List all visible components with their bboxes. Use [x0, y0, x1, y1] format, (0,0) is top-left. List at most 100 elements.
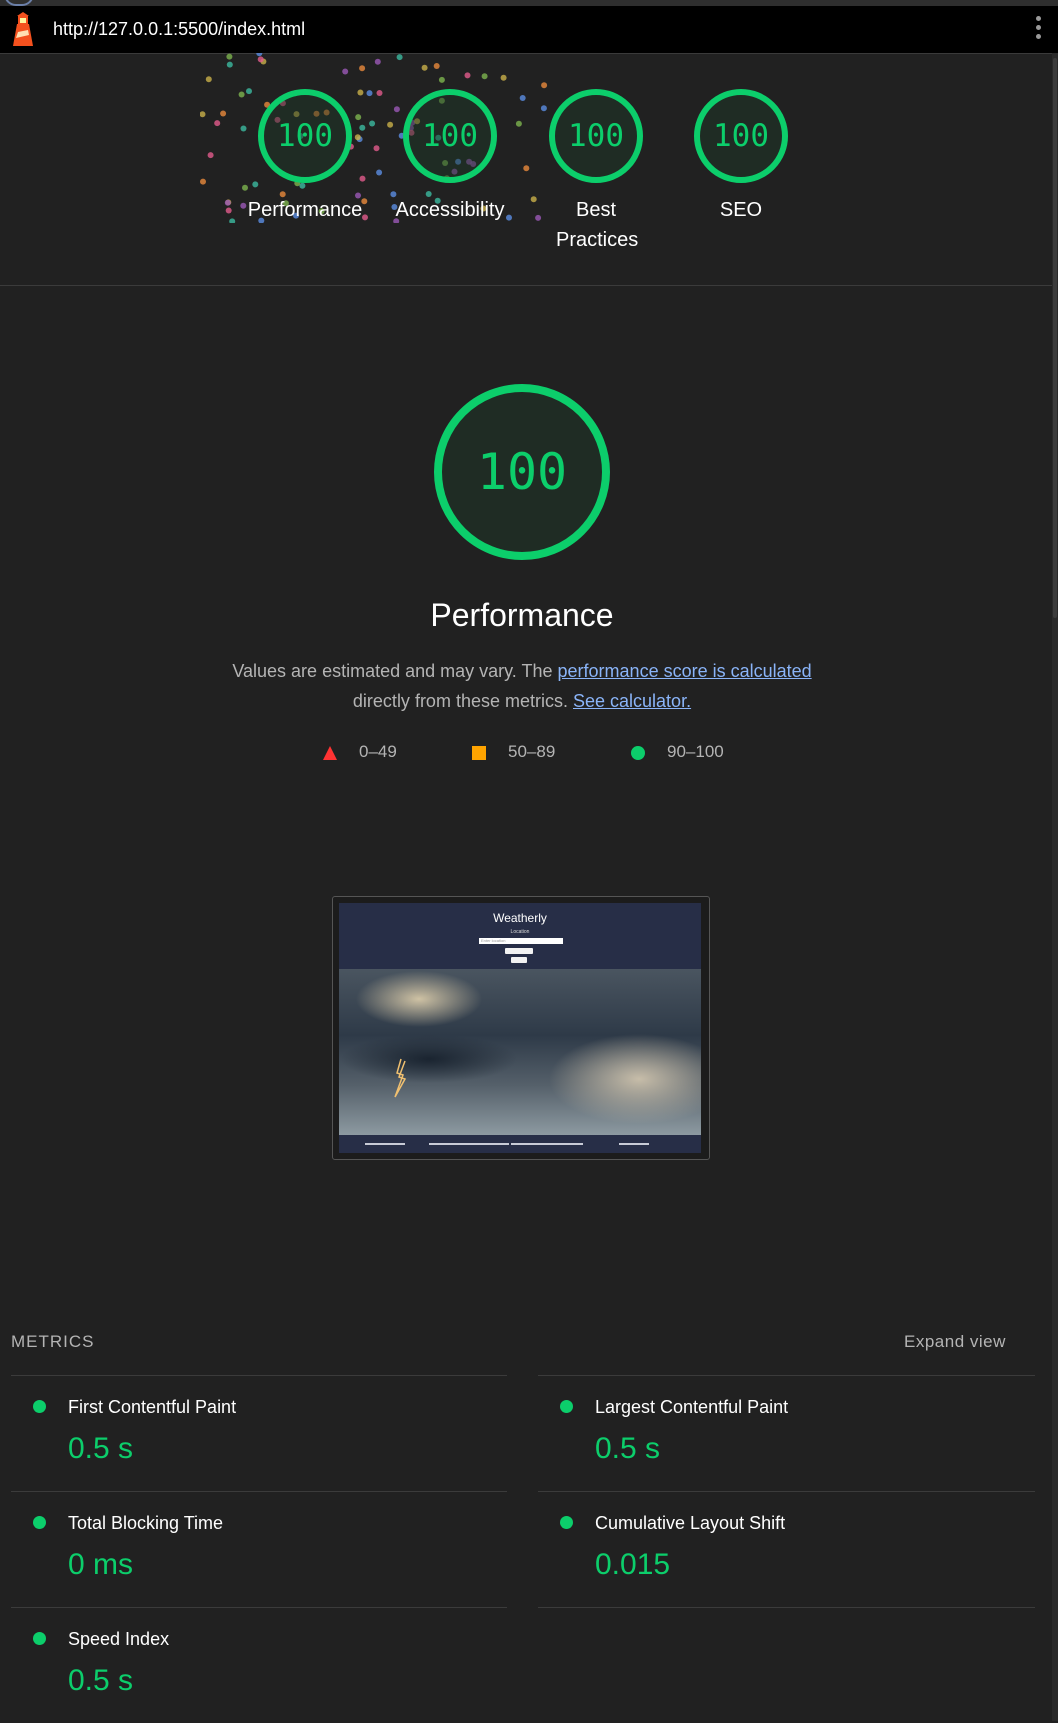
confetti-dot: [396, 54, 403, 61]
metric-name: Speed Index: [68, 1629, 170, 1649]
screenshot-site-title: Weatherly: [493, 911, 547, 925]
confetti-dot: [257, 56, 264, 63]
confetti-dot: [256, 53, 263, 57]
pass-circle-icon: [33, 1400, 46, 1413]
confetti-dot: [433, 63, 440, 69]
legend-range: 0–49: [359, 742, 397, 761]
scrollbar-thumb[interactable]: [1053, 58, 1057, 618]
confetti-dot: [376, 90, 383, 96]
pass-circle-icon: [33, 1516, 46, 1529]
lightning-icon: [394, 1058, 407, 1098]
performance-score: 100: [476, 443, 568, 501]
confetti-dot: [220, 110, 227, 117]
confetti-dot: [500, 74, 507, 81]
square-icon: [472, 746, 486, 760]
metric-name: First Contentful Paint: [68, 1397, 237, 1417]
performance-description: Values are estimated and may vary. The p…: [222, 656, 822, 716]
triangle-icon: [323, 746, 337, 760]
confetti-dot: [535, 214, 542, 221]
summary-gauges: 100 Performance 100 Accessibility 100 Be…: [0, 53, 1052, 285]
confetti-dot: [240, 125, 247, 132]
gauge-score: 100: [422, 118, 478, 154]
confetti-dot: [366, 90, 373, 97]
confetti-dot: [359, 124, 366, 131]
gauge-label[interactable]: SEO: [671, 195, 811, 225]
performance-title: Performance: [430, 597, 614, 633]
metric-name: Largest Contentful Paint: [595, 1397, 789, 1417]
circle-icon: [631, 746, 645, 760]
gauge-label[interactable]: Best Practices: [556, 195, 638, 255]
confetti-dot: [481, 73, 488, 80]
metric-value: 0 ms: [68, 1548, 134, 1581]
score-calculated-link[interactable]: performance score is calculated: [558, 661, 812, 681]
legend-range: 50–89: [508, 742, 556, 761]
confetti-dot: [200, 111, 206, 118]
metric-value: 0.5 s: [68, 1432, 134, 1465]
section-divider: [0, 285, 1052, 286]
description-text: Values are estimated and may vary. The: [232, 661, 553, 681]
gauge-label[interactable]: Performance: [235, 195, 375, 225]
scrollbar[interactable]: [1052, 53, 1058, 1721]
confetti-dot: [464, 72, 471, 79]
pass-circle-icon: [560, 1516, 573, 1529]
screenshot-footer: [339, 1135, 701, 1153]
metric-first-contentful-paint: First Contentful Paint 0.5 s: [11, 1376, 471, 1491]
metric-name: Cumulative Layout Shift: [595, 1513, 786, 1533]
confetti-dot: [224, 199, 231, 206]
metrics-heading: METRICS: [11, 1332, 95, 1351]
confetti-dot: [359, 65, 366, 72]
screenshot-location-label: Location: [510, 929, 530, 935]
confetti-dot: [359, 175, 366, 182]
confetti-dot: [200, 178, 206, 185]
confetti-dot: [519, 95, 526, 101]
url-text[interactable]: http://127.0.0.1:5500/index.html: [53, 19, 305, 40]
gauge-performance[interactable]: 100: [250, 81, 360, 191]
gauge-accessibility[interactable]: 100: [395, 81, 505, 191]
confetti-dot: [515, 120, 522, 127]
confetti-dot: [214, 120, 221, 127]
gauge-score: 100: [568, 118, 624, 154]
metric-speed-index: Speed Index 0.5 s: [11, 1608, 471, 1723]
metric-name: Total Blocking Time: [68, 1513, 224, 1533]
confetti-dot: [238, 91, 245, 98]
metric-divider: [538, 1607, 1035, 1608]
lighthouse-icon: [13, 12, 33, 46]
confetti-dot: [530, 196, 537, 203]
confetti-dot: [376, 169, 383, 176]
metric-value: 0.5 s: [595, 1432, 661, 1465]
confetti-dot: [226, 61, 233, 68]
url-bar: http://127.0.0.1:5500/index.html: [0, 6, 1058, 54]
confetti-dot: [225, 207, 232, 214]
confetti-dot: [421, 64, 428, 71]
expand-view-toggle[interactable]: Expand view: [904, 1332, 1006, 1352]
storm-photo: [339, 969, 701, 1135]
screenshot-image: Weatherly Location Enter location: [339, 903, 701, 1153]
description-text: directly from these metrics.: [352, 691, 568, 711]
gauge-seo[interactable]: 100: [686, 81, 796, 191]
confetti-dot: [369, 120, 376, 127]
metric-value: 0.015: [595, 1548, 671, 1581]
see-calculator-link[interactable]: See calculator.: [573, 691, 691, 711]
gauge-score: 100: [277, 118, 333, 154]
legend-range: 90–100: [667, 742, 724, 761]
confetti-dot: [226, 53, 233, 60]
metric-cumulative-layout-shift: Cumulative Layout Shift 0.015: [538, 1492, 998, 1607]
confetti-dot: [242, 184, 248, 191]
confetti-dot: [523, 165, 530, 172]
confetti-dot: [387, 121, 394, 128]
pass-circle-icon: [33, 1632, 46, 1645]
screenshot-button: [505, 948, 533, 954]
confetti-dot: [205, 76, 212, 83]
screenshot-button: [511, 957, 527, 963]
gauge-label[interactable]: Accessibility: [380, 195, 520, 225]
more-options-icon[interactable]: [1032, 16, 1044, 46]
confetti-dot: [342, 68, 349, 75]
gauge-score: 100: [713, 118, 769, 154]
performance-gauge: 100: [432, 382, 612, 562]
final-screenshot[interactable]: Weatherly Location Enter location: [332, 896, 710, 1160]
pass-circle-icon: [560, 1400, 573, 1413]
metric-total-blocking-time: Total Blocking Time 0 ms: [11, 1492, 471, 1607]
metric-largest-contentful-paint: Largest Contentful Paint 0.5 s: [538, 1376, 998, 1491]
gauge-best-practices[interactable]: 100: [541, 81, 651, 191]
confetti-dot: [374, 58, 381, 65]
